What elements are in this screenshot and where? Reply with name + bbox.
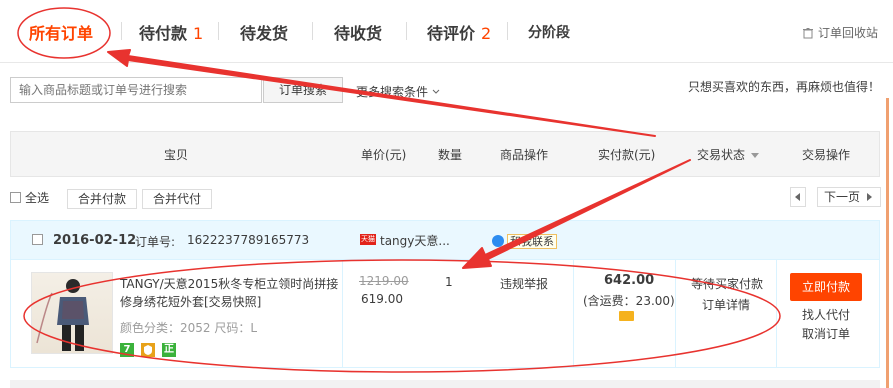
tab-pending-receipt[interactable]: 待收货 <box>334 20 382 44</box>
order-date: 2016-02-12 <box>53 233 137 248</box>
order-tabs: 所有订单 待付款 1 待发货 待收货 待评价 2 分阶段 订单回收站 <box>0 0 893 63</box>
next-order-strip <box>10 380 880 388</box>
scrollbar[interactable] <box>886 98 889 388</box>
tab-divider <box>406 22 407 40</box>
original-price: 1219.00 <box>359 274 409 288</box>
order-number: 1622237789165773 <box>187 233 310 247</box>
tab-all-orders[interactable]: 所有订单 <box>29 20 93 44</box>
prev-page-button[interactable] <box>790 187 806 207</box>
order-checkbox[interactable] <box>32 234 43 245</box>
seven-day-return-badge: 7 <box>120 343 134 357</box>
order-status: 等待买家付款 <box>691 277 764 291</box>
chevron-left-icon <box>795 193 800 201</box>
col-item-actions: 商品操作 <box>500 148 549 162</box>
column-divider <box>342 260 343 368</box>
tab-count: 2 <box>481 24 492 43</box>
order-number-label: 订单号: <box>135 235 176 249</box>
contact-seller[interactable]: 和我联系 <box>491 233 557 249</box>
search-input[interactable] <box>10 77 262 103</box>
column-divider <box>675 260 676 368</box>
col-status-filter[interactable]: 交易状态 <box>697 146 760 163</box>
table-header: 宝贝 单价(元) 数量 商品操作 实付款(元) 交易状态 交易操作 <box>10 131 880 177</box>
product-title-line2[interactable]: 修身绣花短外套[交易快照] <box>120 293 261 310</box>
caret-down-icon <box>751 153 760 158</box>
col-paid: 实付款(元) <box>598 148 656 162</box>
shop-name[interactable]: tangy天意... <box>380 232 450 249</box>
select-all[interactable]: 全选 <box>10 189 49 206</box>
column-divider <box>776 260 777 368</box>
report-violation-link[interactable]: 违规举报 <box>500 275 548 292</box>
tab-divider <box>507 22 508 40</box>
unit-price: 619.00 <box>361 292 403 306</box>
col-item: 宝贝 <box>164 148 189 162</box>
guarantee-badge <box>141 343 155 357</box>
next-page-button[interactable]: 下一页 <box>817 187 881 207</box>
trash-icon <box>803 28 813 39</box>
tab-installment[interactable]: 分阶段 <box>528 22 570 42</box>
credit-card-icon <box>619 311 634 321</box>
col-trade-actions: 交易操作 <box>802 148 851 162</box>
merge-pay-button[interactable]: 合并付款 <box>67 189 138 209</box>
recycle-bin-link[interactable]: 订单回收站 <box>802 24 878 41</box>
shield-icon <box>144 345 152 355</box>
shipping-fee: (含运费：23.00) <box>583 294 675 308</box>
order-header: 2016-02-12 订单号: 1622237789165773 天猫 tang… <box>10 220 880 260</box>
authentic-badge: 正 <box>162 343 176 357</box>
quantity: 1 <box>445 275 453 289</box>
select-all-checkbox[interactable] <box>10 192 21 203</box>
product-image[interactable] <box>31 272 113 354</box>
pay-now-button[interactable]: 立即付款 <box>790 273 862 301</box>
chevron-down-icon <box>432 89 440 94</box>
merge-proxy-pay-button[interactable]: 合并代付 <box>142 189 213 209</box>
cancel-order-link[interactable]: 取消订单 <box>802 325 850 342</box>
tab-pending-payment[interactable]: 待付款 1 <box>139 20 203 44</box>
tab-divider <box>218 22 219 40</box>
product-photo <box>36 279 89 351</box>
col-unit-price: 单价(元) <box>361 148 407 162</box>
tab-divider <box>121 22 122 40</box>
product-spec: 颜色分类：2052 尺码：L <box>120 321 258 335</box>
search-button[interactable]: 订单搜索 <box>263 77 343 103</box>
chevron-right-icon <box>867 193 872 201</box>
more-search-conditions[interactable]: 更多搜索条件 <box>356 83 440 100</box>
col-quantity: 数量 <box>438 148 463 162</box>
slogan-text: 只想买喜欢的东西，再麻烦也值得！ <box>688 80 881 94</box>
tab-pending-review[interactable]: 待评价 2 <box>427 20 491 44</box>
proxy-pay-link[interactable]: 找人代付 <box>802 306 850 323</box>
order-detail-link[interactable]: 订单详情 <box>702 296 750 313</box>
product-title-line1[interactable]: TANGY/天意2015秋冬专柜立领时尚拼接 <box>120 275 338 292</box>
tab-count: 1 <box>193 24 204 43</box>
paid-amount: 642.00 <box>604 273 655 288</box>
chat-icon <box>492 235 504 247</box>
column-divider <box>573 260 574 368</box>
tab-divider <box>312 22 313 40</box>
tmall-shop-icon: 天猫 <box>360 234 376 245</box>
tab-pending-shipment[interactable]: 待发货 <box>240 20 288 44</box>
